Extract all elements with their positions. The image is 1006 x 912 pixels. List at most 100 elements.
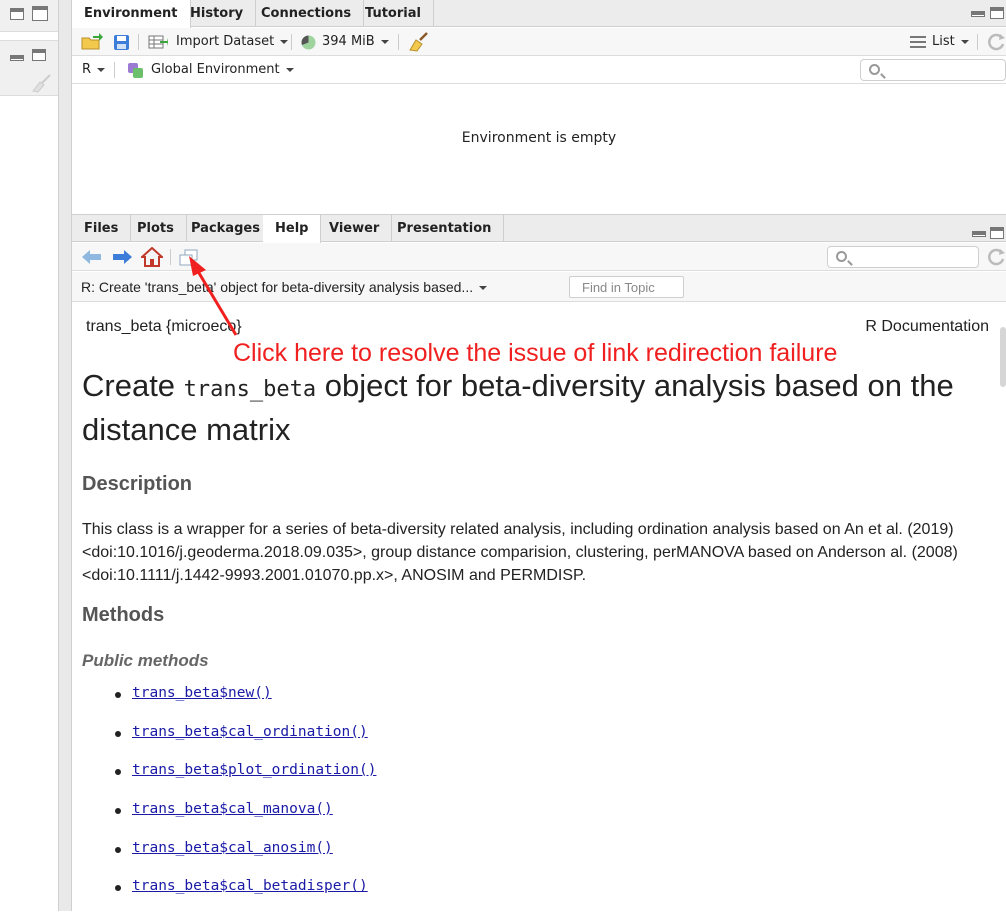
refresh-icon[interactable] [988,33,1006,51]
doc-header-left: trans_beta {microeco} [86,318,242,335]
method-link-cal-manova[interactable]: trans_beta$cal_manova() [132,801,333,817]
toolbar-separator [170,249,171,265]
tab-files[interactable]: Files [72,215,132,242]
list-item: trans_beta$new() [112,685,376,724]
list-item: trans_beta$plot_ordination() [112,762,376,801]
toolbar-separator [977,34,978,50]
toolbar-separator [398,34,399,50]
help-toolbar [72,243,1006,271]
global-environment-icon [128,63,143,78]
tab-history[interactable]: History [178,0,257,27]
home-icon[interactable] [141,247,163,267]
environment-search-input[interactable] [860,59,1006,81]
environment-empty-message: Environment is empty [461,130,617,146]
environment-tabbar: Environment History Connections Tutorial [72,0,1006,28]
left-pane-header [0,0,58,32]
method-link-cal-ordination[interactable]: trans_beta$cal_ordination() [132,724,368,740]
environment-scope-bar: R Global Environment [72,56,1006,84]
description-text: This class is a wrapper for a series of … [82,521,958,584]
minimize-pane-icon[interactable] [10,8,24,20]
tab-help[interactable]: Help [263,215,322,243]
chevron-down-icon [285,67,294,72]
forward-arrow-icon[interactable] [112,250,132,264]
refresh-icon[interactable] [988,248,1006,266]
method-link-cal-betadisper[interactable]: trans_beta$cal_betadisper() [132,878,368,894]
chevron-down-icon [97,67,106,72]
language-label: R [82,62,92,77]
help-pane: Files Plots Packages Help Viewer Present… [72,214,1006,912]
public-methods-heading: Public methods [82,651,209,670]
environment-pane: Environment History Connections Tutorial… [72,0,1006,206]
list-item: trans_beta$cal_manova() [112,801,376,840]
broom-icon[interactable] [30,73,52,93]
restore-pane-icon[interactable] [32,49,46,61]
help-tabbar: Files Plots Packages Help Viewer Present… [72,215,1006,243]
method-link-plot-ordination[interactable]: trans_beta$plot_ordination() [132,762,376,778]
save-workspace-icon[interactable] [113,34,130,51]
environment-scope-label: Global Environment [151,62,280,77]
list-view-icon [910,36,926,48]
import-dataset-label: Import Dataset [176,34,275,49]
search-icon [836,251,847,262]
toolbar-separator [114,62,115,78]
help-topic-bar: R: Create 'trans_beta' object for beta-d… [72,272,1006,302]
minimize-pane-icon[interactable] [972,231,986,237]
maximize-pane-icon[interactable] [32,6,48,21]
public-methods-list: trans_beta$new() trans_beta$cal_ordinati… [112,685,376,912]
view-mode-label: List [932,34,955,49]
environment-scope-select[interactable]: Global Environment [151,56,294,84]
doc-title-code: trans_beta [183,377,317,402]
search-icon [869,64,880,75]
clear-workspace-broom-icon[interactable] [408,32,428,52]
import-dataset-button[interactable]: Import Dataset [176,28,289,56]
help-document: trans_beta {microeco} R Documentation Cl… [72,302,1006,912]
left-pane-collapsed [0,0,58,911]
tab-connections[interactable]: Connections [249,0,365,27]
doc-title-prefix: Create [82,368,184,403]
tab-presentation[interactable]: Presentation [385,215,505,242]
language-select[interactable]: R [82,56,106,84]
memory-usage-button[interactable]: 394 MiB [322,28,389,56]
description-heading: Description [82,473,193,495]
find-in-topic-input[interactable]: Find in Topic [569,276,684,298]
list-item: trans_beta$cal_ordination() [112,724,376,763]
tab-packages[interactable]: Packages [179,215,273,242]
back-arrow-icon[interactable] [82,250,102,264]
memory-pie-icon [301,35,316,50]
maximize-pane-icon[interactable] [990,227,1004,239]
methods-heading: Methods [82,604,165,626]
toolbar-separator [138,34,139,50]
view-mode-select[interactable]: List [932,28,969,56]
tab-plots[interactable]: Plots [125,215,187,242]
toolbar-separator [291,34,292,50]
help-scrollbar[interactable] [1000,327,1006,387]
chevron-down-icon [960,39,969,44]
show-in-new-window-icon[interactable] [179,249,199,267]
doc-title: Create trans_beta object for beta-divers… [82,366,992,450]
method-link-new[interactable]: trans_beta$new() [132,685,272,701]
chevron-down-icon [380,39,389,44]
maximize-pane-icon[interactable] [990,7,1004,19]
chevron-down-icon [280,39,289,44]
tab-viewer[interactable]: Viewer [317,215,393,242]
minimize-pane-icon[interactable] [10,55,24,61]
help-search-input[interactable] [827,246,979,268]
minimize-pane-icon[interactable] [971,11,985,17]
tab-environment[interactable]: Environment [72,0,191,28]
environment-toolbar: Import Dataset 394 MiB List [72,28,1006,56]
help-topic-label: R: Create 'trans_beta' object for beta-d… [81,279,474,295]
load-workspace-icon[interactable] [81,33,103,51]
annotation-text: Click here to resolve the issue of link … [233,339,838,367]
find-in-topic-placeholder: Find in Topic [582,280,655,295]
memory-usage-label: 394 MiB [322,34,375,49]
method-link-cal-anosim[interactable]: trans_beta$cal_anosim() [132,840,333,856]
chevron-down-icon [479,286,488,291]
help-topic-select[interactable]: R: Create 'trans_beta' object for beta-d… [81,272,488,302]
import-dataset-icon[interactable] [148,34,168,50]
list-item: trans_beta$cal_anosim() [112,840,376,879]
tab-tutorial[interactable]: Tutorial [353,0,434,27]
pane-splitter[interactable] [58,0,72,911]
left-pane-lower-header [0,40,58,96]
doc-header-right: R Documentation [865,318,989,335]
list-item: trans_beta$cal_betadisper() [112,878,376,912]
